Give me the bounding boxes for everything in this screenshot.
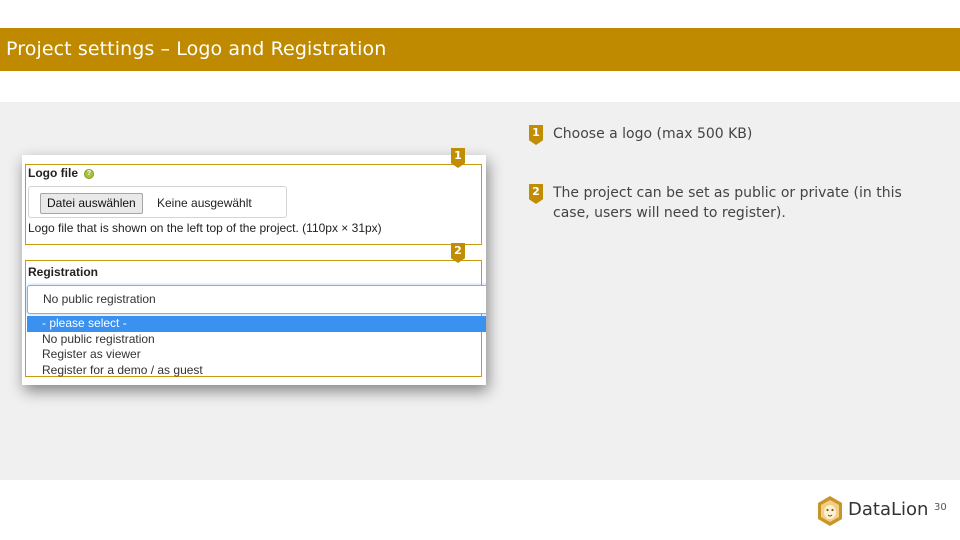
page-number: 30 — [934, 502, 947, 513]
brand-name: DataLion — [848, 499, 929, 520]
registration-option[interactable]: Register as viewer — [27, 347, 486, 363]
registration-options-list: - please select - No public registration… — [27, 316, 486, 378]
help-circle-icon[interactable]: ? — [84, 169, 94, 179]
logo-file-input[interactable]: Datei auswählen Keine ausgewählt — [28, 186, 287, 218]
registration-option[interactable]: Register for a demo / as guest — [27, 363, 486, 379]
settings-screenshot: Logo file ? Datei auswählen Keine ausgew… — [22, 155, 486, 385]
logo-file-hint: Logo file that is shown on the left top … — [28, 221, 382, 235]
lion-head-icon — [818, 496, 842, 526]
logo-file-label: Logo file — [28, 166, 78, 180]
registration-select[interactable]: No public registration — [27, 285, 486, 314]
registration-option[interactable]: - please select - — [27, 316, 486, 332]
no-file-chosen-text: Keine ausgewählt — [157, 196, 252, 210]
slide-title: Project settings – Logo and Registration — [0, 28, 960, 71]
note-1-text: Choose a logo (max 500 KB) — [553, 126, 753, 142]
choose-file-button[interactable]: Datei auswählen — [40, 193, 143, 214]
registration-option[interactable]: No public registration — [27, 332, 486, 348]
registration-label: Registration — [28, 265, 99, 279]
note-2-text: The project can be set as public or priv… — [553, 185, 902, 221]
